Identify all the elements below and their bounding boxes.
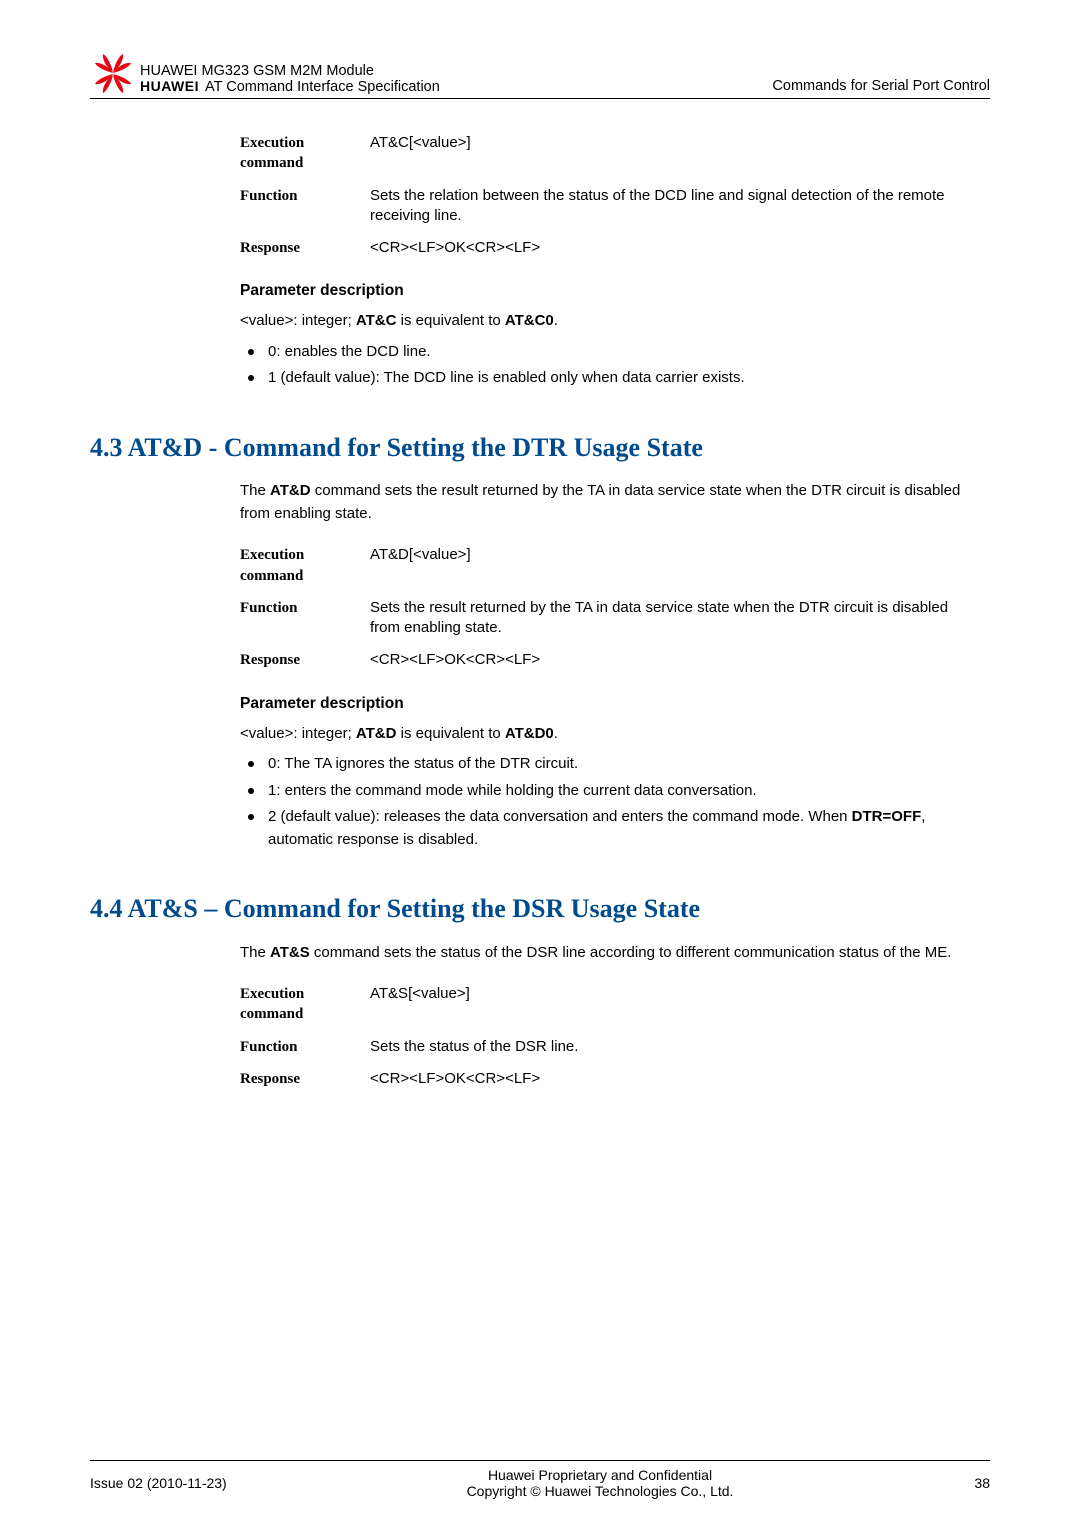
row-label: Function <box>240 1031 370 1063</box>
text: <value>: integer; <box>240 725 356 742</box>
text: is equivalent to <box>396 725 504 742</box>
row-value: AT&D[<value>] <box>370 539 980 592</box>
huawei-logo-icon <box>90 50 136 96</box>
block-atc: Execution command AT&C[<value>] Function… <box>240 127 980 390</box>
definition-table-ats: Execution command AT&S[<value>] Function… <box>240 978 980 1095</box>
table-row: Execution command AT&S[<value>] <box>240 978 980 1031</box>
row-value: Sets the status of the DSR line. <box>370 1031 980 1063</box>
list-item: 0: The TA ignores the status of the DTR … <box>240 753 980 776</box>
text: is equivalent to <box>396 312 504 329</box>
header-section-label: Commands for Serial Port Control <box>772 78 990 96</box>
table-row: Execution command AT&C[<value>] <box>240 127 980 180</box>
section-intro: The AT&S command sets the status of the … <box>240 942 980 965</box>
section-intro: The AT&D command sets the result returne… <box>240 480 980 525</box>
page-footer: Issue 02 (2010-11-23) Huawei Proprietary… <box>90 1460 990 1499</box>
text: 2 (default value): releases the data con… <box>268 808 852 825</box>
text: The <box>240 482 270 499</box>
footer-center: Huawei Proprietary and Confidential Copy… <box>250 1467 950 1499</box>
section-heading-4-4: 4.4 AT&S – Command for Setting the DSR U… <box>90 893 990 926</box>
footer-line1: Huawei Proprietary and Confidential <box>250 1467 950 1483</box>
row-value: AT&C[<value>] <box>370 127 980 180</box>
footer-issue: Issue 02 (2010-11-23) <box>90 1475 250 1491</box>
page-header: HUAWEI MG323 GSM M2M Module HUAWEI AT Co… <box>90 50 990 99</box>
list-item: 1: enters the command mode while holding… <box>240 780 980 803</box>
block-atd: The AT&D command sets the result returne… <box>240 480 980 851</box>
header-left: HUAWEI MG323 GSM M2M Module HUAWEI AT Co… <box>90 50 440 96</box>
text-bold: AT&C0 <box>505 312 554 329</box>
doc-title-line1: HUAWEI MG323 GSM M2M Module <box>140 63 440 80</box>
param-heading: Parameter description <box>240 695 980 713</box>
table-row: Function Sets the status of the DSR line… <box>240 1031 980 1063</box>
row-label: Response <box>240 644 370 676</box>
text: <value>: integer; <box>240 312 356 329</box>
list-item: 1 (default value): The DCD line is enabl… <box>240 367 980 390</box>
table-row: Function Sets the relation between the s… <box>240 180 980 233</box>
bullet-list: 0: The TA ignores the status of the DTR … <box>240 753 980 851</box>
section-heading-4-3: 4.3 AT&D - Command for Setting the DTR U… <box>90 432 990 465</box>
param-heading: Parameter description <box>240 282 980 300</box>
text-bold: AT&D0 <box>505 725 554 742</box>
row-label: Function <box>240 180 370 233</box>
list-item: 2 (default value): releases the data con… <box>240 806 980 851</box>
text: . <box>554 725 558 742</box>
text: The <box>240 944 270 961</box>
text-bold: AT&C <box>356 312 397 329</box>
param-intro: <value>: integer; AT&C is equivalent to … <box>240 310 980 333</box>
table-row: Response <CR><LF>OK<CR><LF> <box>240 232 980 264</box>
table-row: Response <CR><LF>OK<CR><LF> <box>240 1063 980 1095</box>
row-value: <CR><LF>OK<CR><LF> <box>370 232 980 264</box>
bullet-list: 0: enables the DCD line. 1 (default valu… <box>240 341 980 390</box>
param-intro: <value>: integer; AT&D is equivalent to … <box>240 723 980 746</box>
text-bold: AT&D <box>356 725 397 742</box>
row-label: Execution command <box>240 978 370 1031</box>
doc-title-line2: AT Command Interface Specification <box>205 79 440 96</box>
brand-stack: HUAWEI MG323 GSM M2M Module HUAWEI AT Co… <box>140 63 440 96</box>
text: command sets the result returned by the … <box>240 482 960 522</box>
row-value: Sets the result returned by the TA in da… <box>370 592 980 645</box>
definition-table-atd: Execution command AT&D[<value>] Function… <box>240 539 980 676</box>
text-bold: AT&D <box>270 482 311 499</box>
text-bold: AT&S <box>270 944 310 961</box>
row-label: Response <box>240 232 370 264</box>
list-item: 0: enables the DCD line. <box>240 341 980 364</box>
definition-table-atc: Execution command AT&C[<value>] Function… <box>240 127 980 264</box>
block-ats: The AT&S command sets the status of the … <box>240 942 980 1096</box>
table-row: Function Sets the result returned by the… <box>240 592 980 645</box>
row-label: Function <box>240 592 370 645</box>
table-row: Response <CR><LF>OK<CR><LF> <box>240 644 980 676</box>
text-bold: DTR=OFF <box>852 808 922 825</box>
row-value: <CR><LF>OK<CR><LF> <box>370 644 980 676</box>
text: command sets the status of the DSR line … <box>310 944 952 961</box>
row-value: Sets the relation between the status of … <box>370 180 980 233</box>
row-value: AT&S[<value>] <box>370 978 980 1031</box>
footer-line2: Copyright © Huawei Technologies Co., Ltd… <box>250 1483 950 1499</box>
row-value: <CR><LF>OK<CR><LF> <box>370 1063 980 1095</box>
row-label: Execution command <box>240 539 370 592</box>
text: . <box>554 312 558 329</box>
row-label: Execution command <box>240 127 370 180</box>
footer-page-number: 38 <box>950 1475 990 1491</box>
table-row: Execution command AT&D[<value>] <box>240 539 980 592</box>
row-label: Response <box>240 1063 370 1095</box>
brand-name: HUAWEI <box>140 78 199 94</box>
